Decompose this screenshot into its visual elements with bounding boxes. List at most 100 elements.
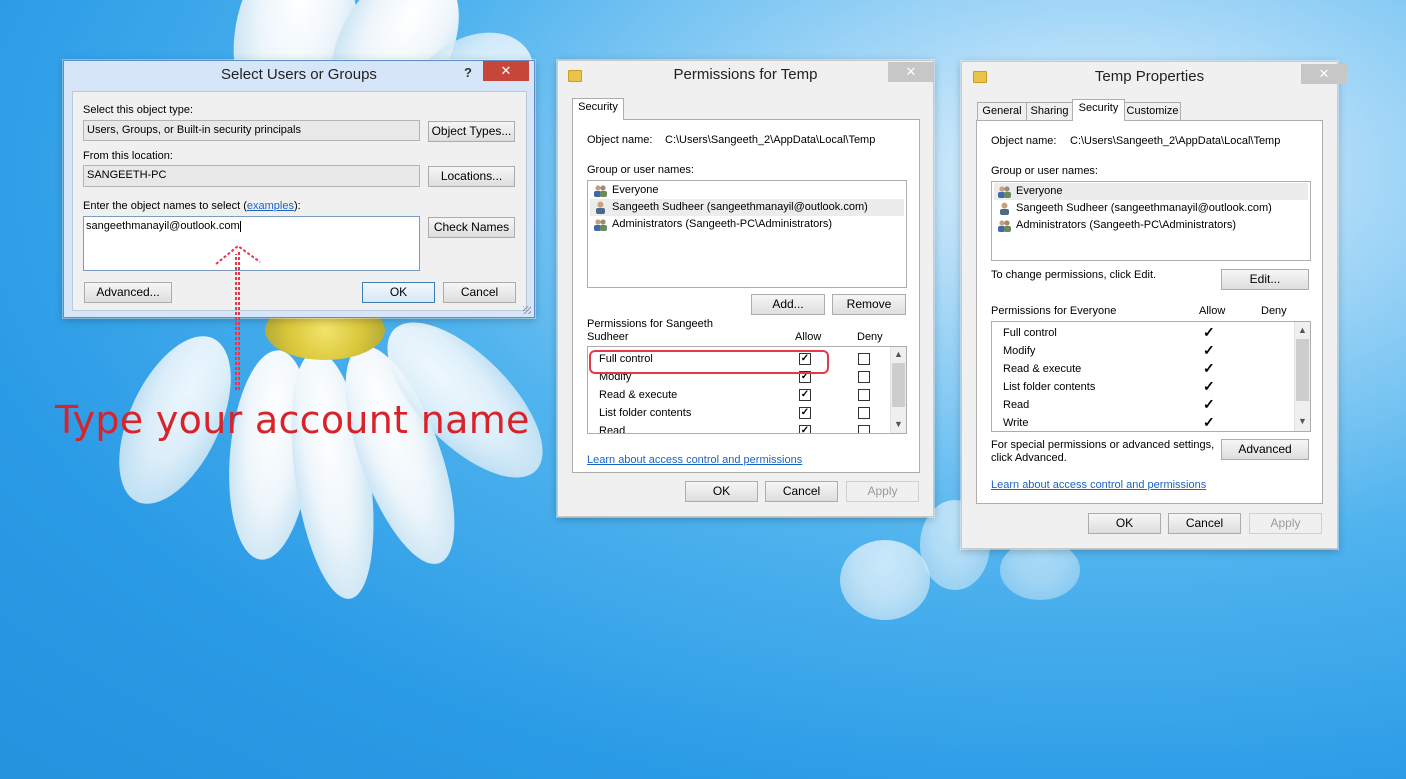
permissions-scrollbar[interactable]: ▲ ▼ xyxy=(1294,322,1310,431)
permissions-list: Full control ✓ Modify ✓ Read & execute ✓… xyxy=(991,321,1311,432)
close-button[interactable]: ✕ xyxy=(1301,64,1347,84)
scroll-down-icon[interactable]: ▼ xyxy=(1295,416,1310,426)
annotation-text: Type your account name xyxy=(55,398,530,442)
list-item[interactable]: Sangeeth Sudheer (sangeethmanayil@outloo… xyxy=(590,199,904,216)
allow-check-icon: ✓ xyxy=(1203,342,1215,358)
object-name-label: Object name: xyxy=(991,135,1057,147)
advanced-button[interactable]: Advanced xyxy=(1221,439,1309,460)
special-text-line: For special permissions or advanced sett… xyxy=(991,439,1215,451)
deny-checkbox[interactable] xyxy=(858,371,870,383)
scroll-thumb[interactable] xyxy=(1296,339,1309,401)
check-names-button[interactable]: Check Names xyxy=(428,217,515,238)
help-icon[interactable]: ? xyxy=(464,65,472,80)
deny-header: Deny xyxy=(1261,305,1287,317)
allow-checkbox[interactable]: ✓ xyxy=(799,407,811,419)
apply-button[interactable]: Apply xyxy=(846,481,919,502)
user-name: Everyone xyxy=(1016,185,1063,197)
security-tab-page: Object name: C:\Users\Sangeeth_2\AppData… xyxy=(572,119,920,473)
text-caret xyxy=(239,220,241,232)
advanced-button[interactable]: Advanced... xyxy=(84,282,172,303)
tab-general[interactable]: General xyxy=(977,102,1027,121)
names-label-text: Enter the object names to select ( xyxy=(83,200,247,212)
resize-grip-icon[interactable] xyxy=(523,306,531,314)
object-name-label: Object name: xyxy=(587,134,653,146)
allow-check-icon: ✓ xyxy=(1203,378,1215,394)
list-item[interactable]: Administrators (Sangeeth-PC\Administrato… xyxy=(590,216,904,233)
examples-link[interactable]: examples xyxy=(247,200,294,212)
allow-checkbox[interactable]: ✓ xyxy=(799,389,811,401)
user-name: Sangeeth Sudheer (sangeethmanayil@outloo… xyxy=(612,201,868,213)
special-text-line: click Advanced. xyxy=(991,452,1067,464)
allow-check-icon: ✓ xyxy=(1203,396,1215,412)
list-item[interactable]: Everyone xyxy=(994,183,1308,200)
close-button[interactable]: ✕ xyxy=(483,61,529,81)
tab-customize[interactable]: Customize xyxy=(1124,102,1181,121)
ok-button[interactable]: OK xyxy=(1088,513,1161,534)
cancel-button[interactable]: Cancel xyxy=(765,481,838,502)
ok-button[interactable]: OK xyxy=(685,481,758,502)
select-users-dialog: Select Users or Groups ? ✕ Select this o… xyxy=(63,60,535,318)
object-name-value: C:\Users\Sangeeth_2\AppData\Local\Temp xyxy=(665,134,876,146)
scroll-thumb[interactable] xyxy=(892,363,905,407)
deny-checkbox[interactable] xyxy=(858,389,870,401)
group-icon xyxy=(998,220,1011,232)
object-name-value: C:\Users\Sangeeth_2\AppData\Local\Temp xyxy=(1070,135,1281,147)
object-type-field: Users, Groups, or Built-in security prin… xyxy=(83,120,420,141)
list-item[interactable]: Everyone xyxy=(590,182,904,199)
apply-button[interactable]: Apply xyxy=(1249,513,1322,534)
dialog-title: Temp Properties xyxy=(1094,68,1205,85)
deny-checkbox[interactable] xyxy=(858,425,870,433)
security-tab-page: Object name: C:\Users\Sangeeth_2\AppData… xyxy=(976,120,1323,504)
permission-name: Write xyxy=(1003,417,1029,429)
add-button[interactable]: Add... xyxy=(751,294,825,315)
permission-name: Read xyxy=(1003,399,1030,411)
group-user-label: Group or user names: xyxy=(587,164,694,176)
scroll-up-icon[interactable]: ▲ xyxy=(891,349,906,359)
user-name: Administrators (Sangeeth-PC\Administrato… xyxy=(612,218,833,230)
learn-link[interactable]: Learn about access control and permissio… xyxy=(587,454,802,466)
close-button[interactable]: ✕ xyxy=(888,62,934,82)
list-item[interactable]: Administrators (Sangeeth-PC\Administrato… xyxy=(994,217,1308,234)
permission-name: Full control xyxy=(1003,327,1057,339)
scroll-down-icon[interactable]: ▼ xyxy=(891,419,906,429)
user-icon xyxy=(596,201,605,214)
dialog-body: Select this object type: Users, Groups, … xyxy=(72,91,527,311)
scroll-up-icon[interactable]: ▲ xyxy=(1295,325,1310,335)
location-field: SANGEETH-PC xyxy=(83,165,420,187)
object-type-label: Select this object type: xyxy=(83,104,194,116)
properties-dialog: Temp Properties ✕ General Sharing Securi… xyxy=(961,61,1347,549)
tab-sharing[interactable]: Sharing xyxy=(1026,102,1073,121)
allow-header: Allow xyxy=(795,331,822,343)
ok-button[interactable]: OK xyxy=(362,282,435,303)
allow-header: Allow xyxy=(1199,305,1226,317)
allow-check-icon: ✓ xyxy=(1203,360,1215,376)
change-permissions-text: To change permissions, click Edit. xyxy=(991,269,1157,281)
cancel-button[interactable]: Cancel xyxy=(1168,513,1241,534)
permissions-dialog: Permissions for Temp ✕ Security Object n… xyxy=(557,60,934,517)
locations-button[interactable]: Locations... xyxy=(428,166,515,187)
group-user-list[interactable]: Everyone Sangeeth Sudheer (sangeethmanay… xyxy=(587,180,907,288)
deny-checkbox[interactable] xyxy=(858,407,870,419)
remove-button[interactable]: Remove xyxy=(832,294,906,315)
group-user-list[interactable]: Everyone Sangeeth Sudheer (sangeethmanay… xyxy=(991,181,1311,261)
edit-button[interactable]: Edit... xyxy=(1221,269,1309,290)
group-user-label: Group or user names: xyxy=(991,165,1098,177)
group-icon xyxy=(594,219,607,231)
allow-check-icon: ✓ xyxy=(1203,324,1215,340)
permissions-scrollbar[interactable]: ▲ ▼ xyxy=(890,347,906,433)
permissions-label: Permissions for Sangeeth Sudheer xyxy=(587,318,713,344)
deny-checkbox[interactable] xyxy=(858,353,870,365)
tab-security[interactable]: Security xyxy=(1072,99,1125,121)
list-item[interactable]: Sangeeth Sudheer (sangeethmanayil@outloo… xyxy=(994,200,1308,217)
dialog-title: Permissions for Temp xyxy=(673,66,818,83)
user-name: Everyone xyxy=(612,184,659,196)
object-types-button[interactable]: Object Types... xyxy=(428,121,515,142)
group-icon xyxy=(594,185,607,197)
permissions-label-line: Sudheer xyxy=(587,331,629,343)
permission-name: Read xyxy=(599,425,626,434)
allow-checkbox[interactable]: ✓ xyxy=(799,425,811,433)
cancel-button[interactable]: Cancel xyxy=(443,282,516,303)
learn-link[interactable]: Learn about access control and permissio… xyxy=(991,479,1206,491)
object-names-value: sangeethmanayil@outlook.com xyxy=(86,220,240,232)
tab-security[interactable]: Security xyxy=(572,98,624,120)
